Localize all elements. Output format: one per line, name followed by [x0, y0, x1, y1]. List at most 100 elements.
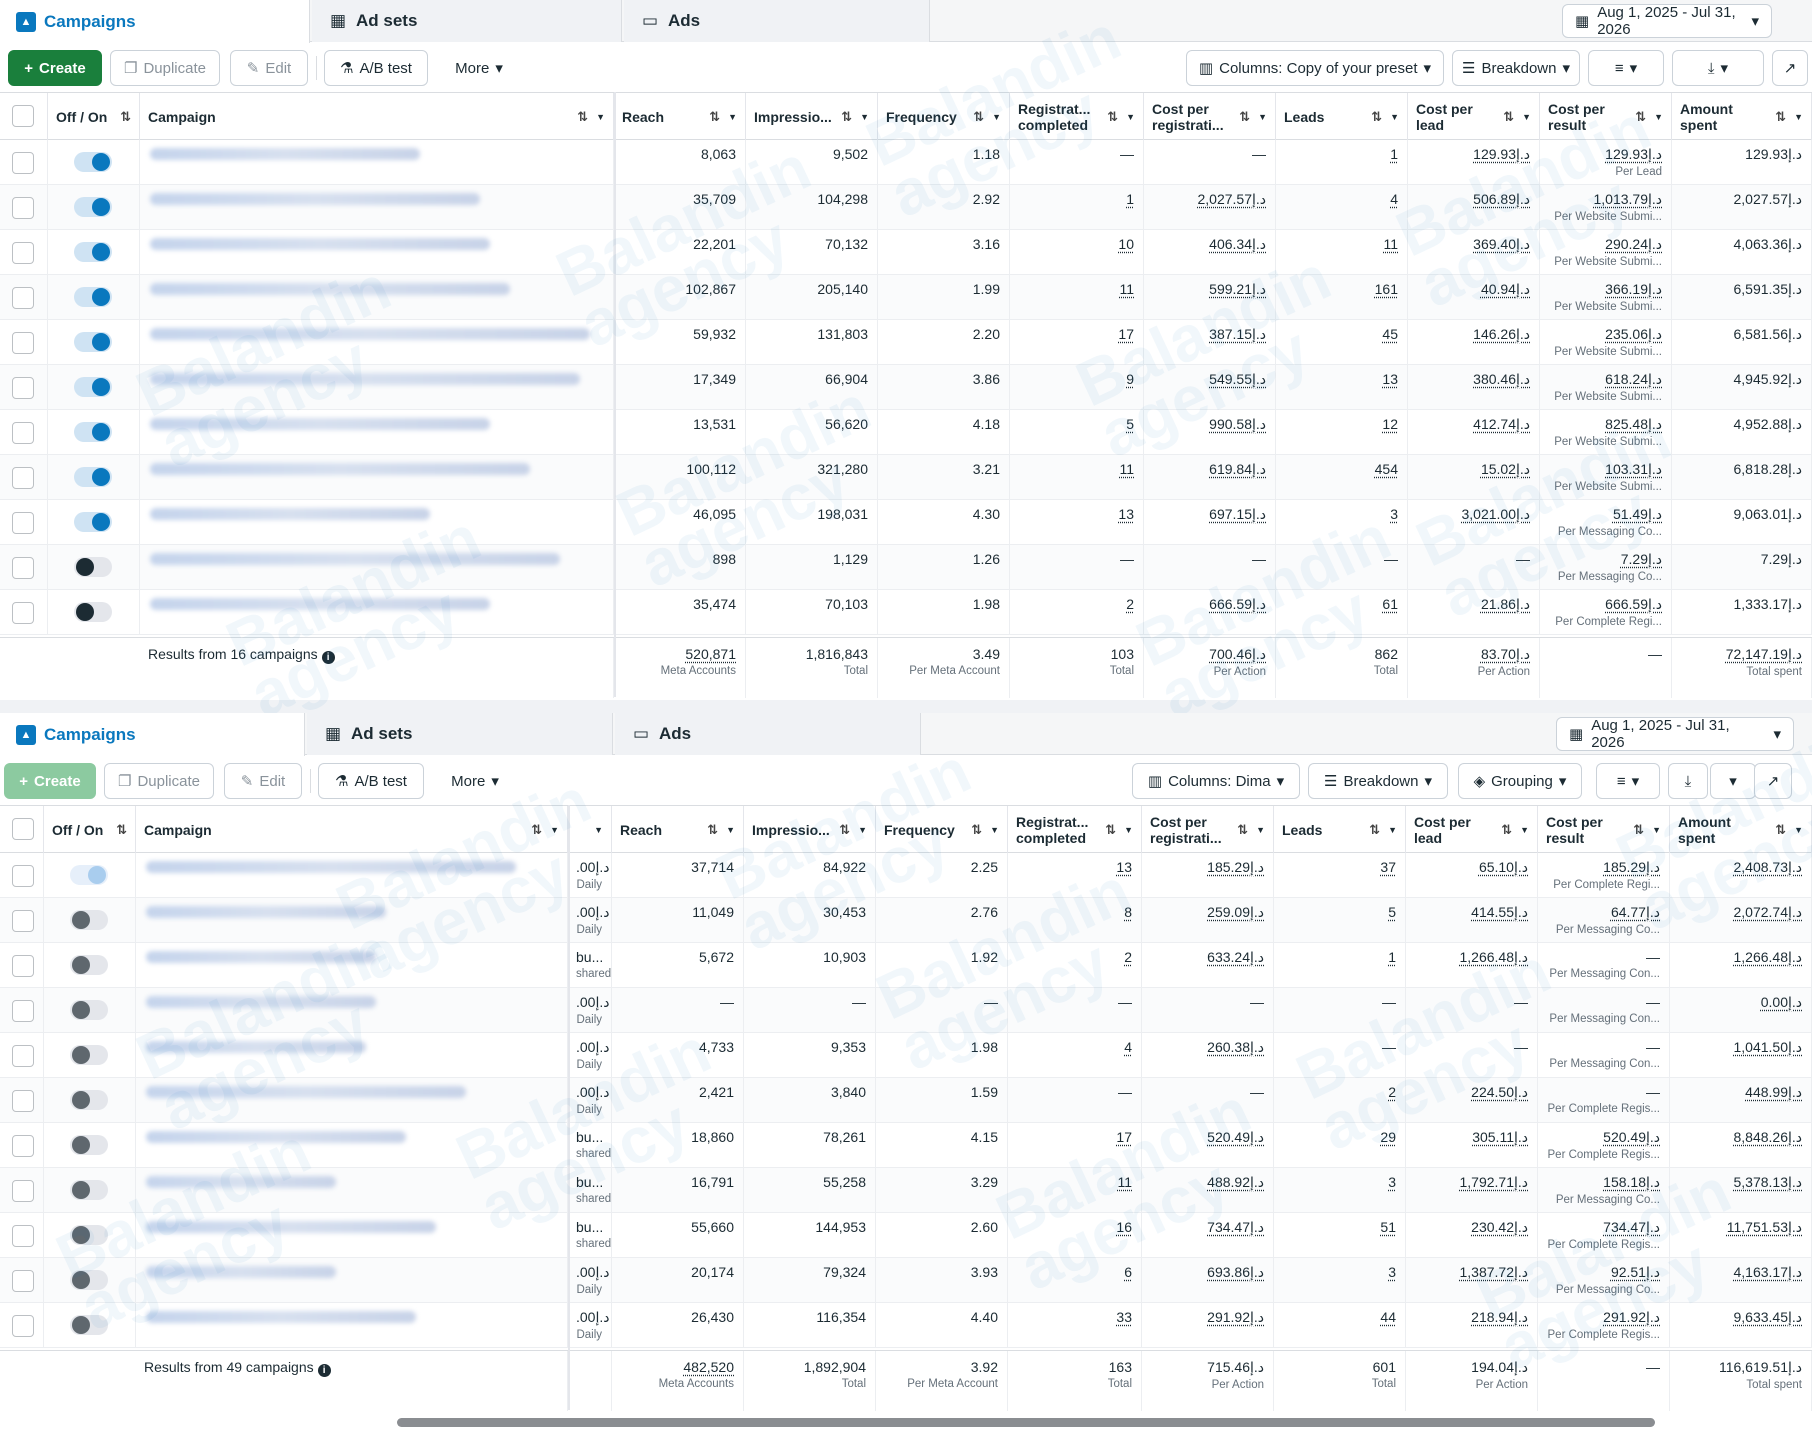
cell-value[interactable]: 12 — [1382, 416, 1398, 432]
header-spent[interactable]: Amount spent ⇅ ▼ — [1670, 806, 1812, 853]
cell-value[interactable]: 291.92د.إ — [1207, 1309, 1264, 1325]
tab-ads[interactable]: ▭ Ads — [615, 713, 921, 755]
on-off-toggle[interactable] — [70, 865, 108, 885]
campaign-name-redacted[interactable] — [150, 148, 420, 160]
cell-value[interactable]: 506.89د.إ — [1473, 191, 1530, 207]
more-button[interactable]: More ▾ — [436, 763, 514, 799]
create-button[interactable]: + Create — [4, 763, 96, 799]
cell-value[interactable]: 8 — [1124, 904, 1132, 920]
on-off-toggle[interactable] — [74, 152, 112, 172]
cell-value[interactable]: 1 — [1126, 191, 1134, 207]
cell-value[interactable]: 7.29د.إ — [1621, 551, 1662, 567]
sort-icon[interactable]: ⇅ — [1635, 109, 1646, 125]
cell-value[interactable]: 4,163.17د.إ — [1733, 1264, 1802, 1280]
sort-icon[interactable]: ⇅ — [707, 822, 718, 838]
cell-value[interactable]: 2,027.57د.إ — [1197, 191, 1266, 207]
cell-value[interactable]: 1,266.48د.إ — [1459, 949, 1528, 965]
tab-adsets[interactable]: ▦ Ad sets — [307, 713, 613, 755]
cell-value[interactable]: 33 — [1116, 1309, 1132, 1325]
more-button[interactable]: More ▾ — [440, 50, 518, 86]
header-reg[interactable]: Registrat... completed ⇅ ▼ — [1010, 93, 1144, 140]
cell-value[interactable]: 9,633.45د.إ — [1733, 1309, 1802, 1325]
cell-value[interactable]: 161 — [1375, 281, 1398, 297]
cell-value[interactable]: 61 — [1382, 596, 1398, 612]
row-checkbox[interactable] — [12, 422, 34, 444]
cell-value[interactable]: 13 — [1118, 506, 1134, 522]
sort-icon[interactable]: ⇅ — [971, 822, 982, 838]
row-checkbox[interactable] — [12, 512, 34, 534]
row-checkbox[interactable] — [12, 332, 34, 354]
export-options-button[interactable]: ▾ — [1710, 763, 1756, 799]
on-off-toggle[interactable] — [70, 1270, 108, 1290]
table-row[interactable]: 22,201 70,132 3.16 10 406.34د.إ 11 369.40د.إ 29… — [0, 230, 1812, 275]
cell-value[interactable]: 4 — [1124, 1039, 1132, 1055]
cell-value[interactable]: 158.18د.إ — [1603, 1174, 1660, 1190]
table-row[interactable]: 898 1,129 1.26 — — — — 7.29د.إ Per Messaging Co.… — [0, 545, 1812, 590]
cell-value[interactable]: 10 — [1118, 236, 1134, 252]
campaign-name-redacted[interactable] — [150, 328, 590, 340]
campaign-name-redacted[interactable] — [146, 1221, 436, 1233]
table-row[interactable]: 100,112 321,280 3.21 11 619.84د.إ 454 15.02د.إ… — [0, 455, 1812, 500]
sort-icon[interactable]: ⇅ — [1237, 822, 1248, 838]
cell-value[interactable]: 2,408.73د.إ — [1733, 859, 1802, 875]
campaign-name-redacted[interactable] — [146, 1131, 406, 1143]
column-menu-icon[interactable]: ▼ — [1258, 109, 1267, 125]
breakdown-button[interactable]: ☰ Breakdown ▾ — [1452, 50, 1580, 86]
cell-value[interactable]: 3,021.00د.إ — [1461, 506, 1530, 522]
on-off-toggle[interactable] — [74, 377, 112, 397]
cell-value[interactable]: 2 — [1126, 596, 1134, 612]
edit-button[interactable]: ✎ Edit — [230, 50, 308, 86]
column-menu-icon[interactable]: ▼ — [1522, 109, 1531, 125]
cell-value[interactable]: 230.42د.إ — [1471, 1219, 1528, 1235]
sort-icon[interactable]: ⇅ — [577, 109, 588, 125]
row-checkbox[interactable] — [12, 1225, 34, 1247]
cell-value[interactable]: 369.40د.إ — [1473, 236, 1530, 252]
campaign-name-redacted[interactable] — [150, 508, 430, 520]
cell-value[interactable]: 9 — [1126, 371, 1134, 387]
campaign-name-redacted[interactable] — [146, 1311, 416, 1323]
sort-icon[interactable]: ⇅ — [1501, 822, 1512, 838]
cell-value[interactable]: 619.84د.إ — [1209, 461, 1266, 477]
cell-value[interactable]: 1,013.79د.إ — [1593, 191, 1662, 207]
cell-value[interactable]: 40.94د.إ — [1481, 281, 1530, 297]
cell-value[interactable]: 21.86د.إ — [1481, 596, 1530, 612]
cell-value[interactable]: 4 — [1390, 191, 1398, 207]
campaign-name-redacted[interactable] — [146, 951, 376, 963]
row-checkbox[interactable] — [12, 1270, 34, 1292]
cell-value[interactable]: 11 — [1119, 461, 1134, 477]
cell-value[interactable]: 185.29د.إ — [1207, 859, 1264, 875]
table-row[interactable]: .00د.إ Daily 20,174 79,324 3.93 6 693.86د.إ 3 1,… — [0, 1258, 1812, 1303]
cell-value[interactable]: 224.50د.إ — [1471, 1084, 1528, 1100]
table-row[interactable]: 35,474 70,103 1.98 2 666.59د.إ 61 21.86د.إ 666.… — [0, 590, 1812, 635]
row-checkbox[interactable] — [12, 242, 34, 264]
sort-icon[interactable]: ⇅ — [1107, 109, 1118, 125]
cell-value[interactable]: 448.99د.إ — [1745, 1084, 1802, 1100]
header-cpl[interactable]: Cost per lead ⇅ ▼ — [1408, 93, 1540, 140]
cell-value[interactable]: 260.38د.إ — [1207, 1039, 1264, 1055]
row-checkbox[interactable] — [12, 377, 34, 399]
row-checkbox[interactable] — [12, 910, 34, 932]
on-off-toggle[interactable] — [70, 1090, 108, 1110]
column-menu-icon[interactable]: ▼ — [1794, 109, 1803, 125]
header-cpres[interactable]: Cost per result ⇅ ▼ — [1538, 806, 1670, 853]
sort-icon[interactable]: ⇅ — [1105, 822, 1116, 838]
cell-value[interactable]: 13 — [1116, 859, 1132, 875]
cell-value[interactable]: 990.58د.إ — [1209, 416, 1266, 432]
table-row[interactable]: bu... shared 18,860 78,261 4.15 17 520.49د.إ 29… — [0, 1123, 1812, 1168]
column-menu-icon[interactable]: ▼ — [726, 822, 735, 838]
on-off-toggle[interactable] — [74, 422, 112, 442]
cell-value[interactable]: 387.15د.إ — [1209, 326, 1266, 342]
on-off-toggle[interactable] — [74, 287, 112, 307]
cell-value[interactable]: 520.49د.إ — [1603, 1129, 1660, 1145]
cell-value[interactable]: 406.34د.إ — [1209, 236, 1266, 252]
column-menu-icon[interactable]: ▼ — [1520, 822, 1529, 838]
campaign-name-redacted[interactable] — [150, 418, 490, 430]
column-menu-icon[interactable]: ▼ — [1654, 109, 1663, 125]
cell-value[interactable]: 454 — [1375, 461, 1398, 477]
select-all-checkbox[interactable] — [12, 105, 34, 127]
header-frequency[interactable]: Frequency ⇅ ▼ — [878, 93, 1010, 140]
column-menu-icon[interactable]: ▼ — [1256, 822, 1265, 838]
sort-icon[interactable]: ⇅ — [531, 822, 542, 838]
column-menu-icon[interactable]: ▼ — [992, 109, 1001, 125]
header-reach[interactable]: Reach ⇅ ▼ — [612, 806, 744, 853]
